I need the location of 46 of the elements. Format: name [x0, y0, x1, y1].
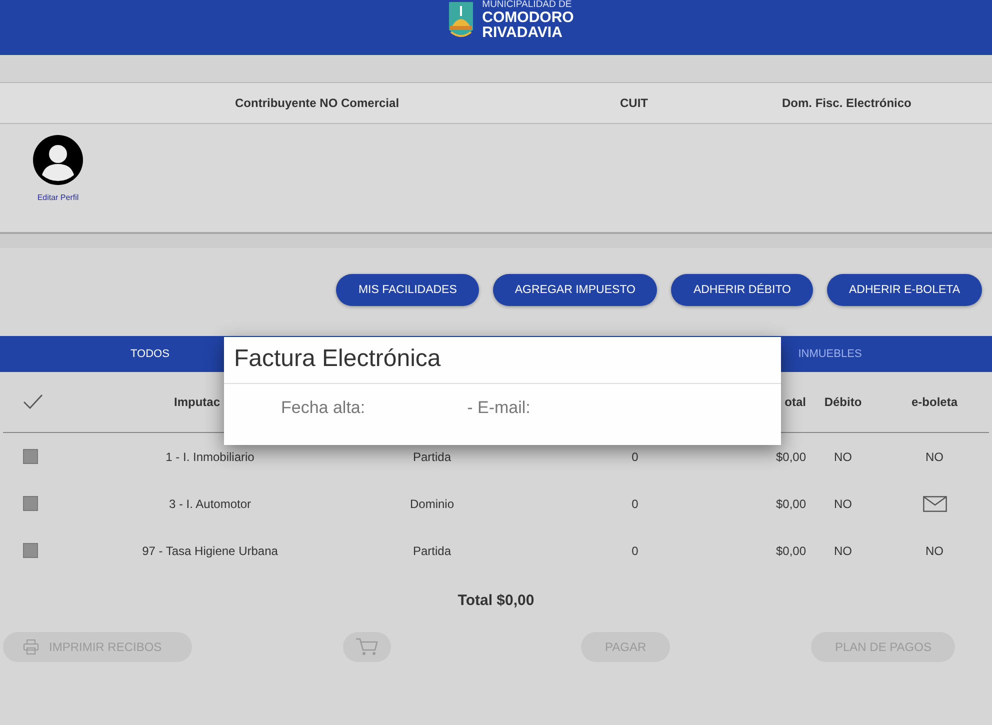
checkbox[interactable]	[23, 496, 38, 511]
checkbox[interactable]	[23, 543, 38, 558]
table-cell: NO	[926, 450, 944, 464]
table-cell: $0,00	[776, 496, 806, 510]
column-header: Imputac	[174, 395, 220, 409]
info-label: CUIT	[620, 96, 648, 110]
dialog-title: Factura Electrónica	[224, 337, 781, 384]
tab[interactable]: INMUEBLES	[792, 347, 868, 361]
action-button[interactable]: MIS FACILIDADES	[336, 274, 479, 306]
field-label: Fecha alta:	[281, 398, 366, 418]
table-cell: 0	[632, 544, 638, 558]
action-button[interactable]: ADHERIR E-BOLETA	[827, 274, 982, 306]
table-cell: NO	[926, 544, 944, 558]
table-cell: Partida	[412, 544, 452, 558]
table-cell: 1 - I. Inmobiliario	[166, 450, 254, 464]
field-label: - E-mail:	[467, 398, 530, 418]
table-cell: 3 - I. Automotor	[168, 496, 252, 510]
table-cell: 0	[632, 450, 638, 464]
table-cell: NO	[834, 450, 852, 464]
cart-icon	[355, 638, 379, 656]
envelope-icon[interactable]	[922, 496, 946, 512]
column-header: otal	[784, 395, 806, 409]
table-cell: NO	[834, 544, 852, 558]
table-cell: Partida	[412, 450, 452, 464]
table-cell: $0,00	[776, 450, 806, 464]
column-header: e-boleta	[911, 395, 958, 409]
total-amount: Total $0,00	[456, 590, 536, 610]
table-cell: NO	[834, 496, 852, 510]
edit-profile-link[interactable]: Editar Perfil	[37, 193, 79, 202]
tab[interactable]: TODOS	[124, 347, 176, 361]
info-label: Contribuyente NO Comercial	[235, 96, 400, 110]
table-cell: 97 - Tasa Higiene Urbana	[142, 544, 278, 558]
action-button[interactable]: ADHERIR DÉBITO	[671, 274, 814, 306]
table-cell: 0	[632, 496, 638, 510]
checkbox[interactable]	[23, 449, 38, 464]
action-button[interactable]: AGREGAR IMPUESTO	[492, 274, 658, 306]
check-icon[interactable]	[23, 394, 43, 410]
logo-title: RIVADAVIA	[482, 24, 564, 40]
avatar-icon[interactable]	[33, 135, 83, 185]
logo-title: COMODORO	[482, 10, 574, 24]
info-label: Dom. Fisc. Electrónico	[782, 96, 912, 110]
logo-subtitle: MUNICIPALIDAD DE	[482, 0, 573, 10]
table-cell: $0,00	[776, 544, 806, 558]
printer-icon	[23, 639, 39, 655]
column-header: Débito	[824, 395, 862, 409]
table-cell: Dominio	[410, 496, 454, 510]
